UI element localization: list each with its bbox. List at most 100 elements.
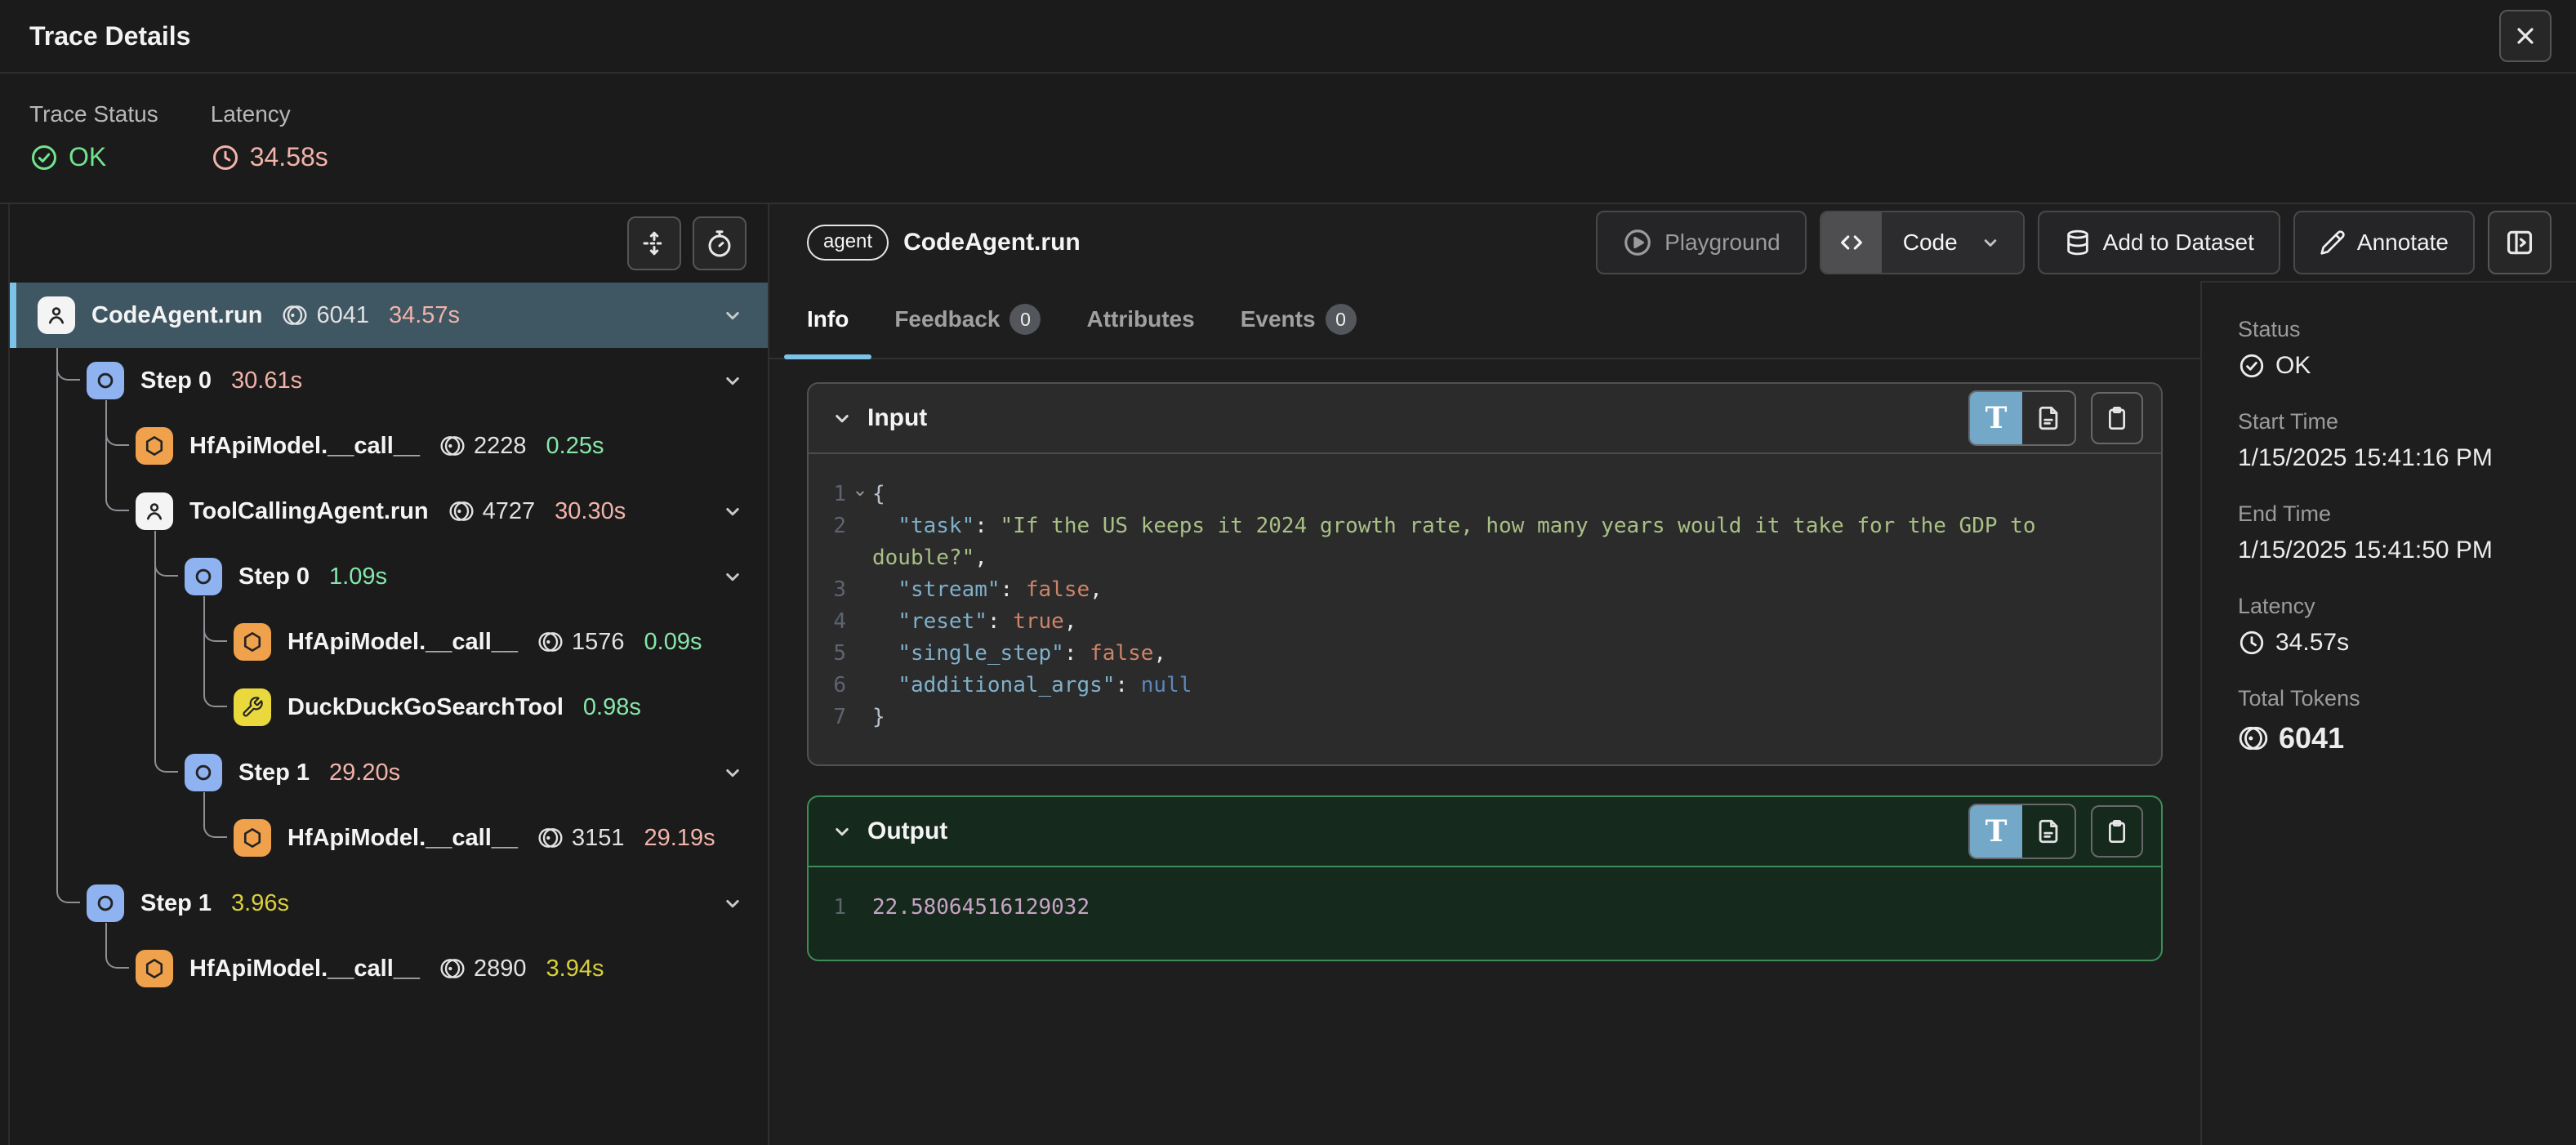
line-number: 1 (809, 479, 872, 510)
tree-row[interactable]: Step 1 3.96s (10, 871, 768, 936)
span-latency: 3.96s (231, 890, 289, 917)
start-time-group: Start Time 1/15/2025 15:41:16 PM (2238, 409, 2560, 472)
tree-row[interactable]: DuckDuckGoSearchTool0.98s (10, 675, 768, 740)
clock-icon (2238, 629, 2266, 657)
input-json-mode-button[interactable] (2022, 392, 2075, 444)
line-number: 5 (809, 638, 872, 670)
tree-row[interactable]: Step 01.09s (10, 544, 768, 609)
code-text: } (872, 702, 2161, 733)
step-span-icon (87, 362, 124, 399)
span-name: Step 1 (140, 890, 212, 917)
row-expand-chevron[interactable] (720, 303, 745, 327)
code-line: 6 "additional_args": null (809, 670, 2161, 702)
trace-latency-label: Latency (211, 101, 328, 127)
code-dropdown[interactable]: Code (1882, 212, 2023, 273)
collapse-output-chevron[interactable] (830, 819, 854, 844)
titlebar: Trace Details (0, 0, 2576, 74)
input-copy-button[interactable] (2091, 392, 2143, 444)
output-text-mode-button[interactable]: T (1970, 805, 2022, 858)
code-split-button[interactable]: Code (1820, 211, 2025, 274)
file-icon (2035, 404, 2062, 432)
span-latency: 34.57s (389, 302, 460, 329)
tab-events[interactable]: Events 0 (1218, 281, 1379, 358)
span-latency: 0.09s (644, 629, 702, 656)
trace-latency-value: 34.58s (211, 142, 328, 172)
line-number: 7 (809, 702, 872, 733)
playground-button[interactable]: Playground (1596, 211, 1807, 274)
add-to-dataset-button[interactable]: Add to Dataset (2038, 211, 2280, 274)
span-tree-panel: CodeAgent.run604134.57sStep 030.61sHfApi… (0, 204, 769, 1145)
span-details-sidebar: Status OK Start Time 1/15/2025 15:41:16 … (2200, 281, 2576, 1145)
tab-attributes[interactable]: Attributes (1063, 281, 1217, 358)
row-expand-chevron[interactable] (720, 499, 745, 523)
span-latency: 30.30s (555, 498, 626, 525)
database-icon (2064, 229, 2092, 256)
panel-toggle-button[interactable] (2488, 211, 2551, 274)
input-text-mode-button[interactable]: T (1970, 392, 2022, 444)
trace-details-modal: Trace Details Trace Status OK Latency (0, 0, 2576, 1145)
input-card: Input T (807, 382, 2163, 766)
output-view-mode-toggle: T (1968, 804, 2076, 859)
span-name: Step 1 (238, 760, 310, 786)
tree-row[interactable]: HfApiModel.__call__28903.94s (10, 936, 768, 1001)
code-line: 122.58064516129032 (809, 892, 2161, 924)
step-span-icon (87, 884, 124, 922)
tab-label: Info (807, 306, 849, 332)
tree-row[interactable]: CodeAgent.run604134.57s (10, 283, 768, 348)
output-code-block: 122.58064516129032 (809, 867, 2161, 960)
tree-row[interactable]: HfApiModel.__call__22280.25s (10, 413, 768, 479)
row-expand-chevron[interactable] (720, 368, 745, 393)
row-expand-chevron[interactable] (720, 760, 745, 785)
tree-row[interactable]: ToolCallingAgent.run472730.30s (10, 479, 768, 544)
output-card: Output T (807, 795, 2163, 961)
code-brackets-icon[interactable] (1821, 212, 1882, 273)
page-title: Trace Details (29, 21, 190, 51)
tree-row[interactable]: HfApiModel.__call__15760.09s (10, 609, 768, 675)
tokens-icon (282, 302, 308, 328)
code-text: "stream": false, (872, 574, 2161, 606)
row-expand-chevron[interactable] (720, 564, 745, 589)
step-span-icon (185, 558, 222, 595)
tab-info[interactable]: Info (784, 281, 871, 358)
span-name: HfApiModel.__call__ (287, 825, 518, 852)
tree-row[interactable]: Step 030.61s (10, 348, 768, 413)
tab-label: Attributes (1086, 306, 1194, 332)
latency-label: Latency (2238, 594, 2560, 619)
span-name: DuckDuckGoSearchTool (287, 694, 564, 721)
tab-feedback[interactable]: Feedback0 (871, 281, 1063, 358)
output-copy-button[interactable] (2091, 805, 2143, 858)
annotate-button[interactable]: Annotate (2293, 211, 2475, 274)
collapse-input-chevron[interactable] (830, 406, 854, 430)
span-name: Step 0 (140, 368, 212, 394)
status-label: Status (2238, 317, 2560, 342)
trace-status-stat: Trace Status OK (29, 101, 158, 203)
span-latency: 29.20s (329, 760, 400, 786)
start-time-value: 1/15/2025 15:41:16 PM (2238, 444, 2560, 472)
fold-chevron-icon[interactable] (853, 486, 867, 501)
output-json-mode-button[interactable] (2022, 805, 2075, 858)
token-count: 1576 (537, 629, 625, 656)
clipboard-icon (2104, 818, 2130, 844)
tree-row[interactable]: HfApiModel.__call__315129.19s (10, 805, 768, 871)
line-number: 6 (809, 670, 872, 702)
play-circle-icon (1622, 227, 1653, 258)
tab-count-badge: 0 (1326, 304, 1357, 335)
tool-span-icon (234, 688, 271, 726)
row-expand-chevron[interactable] (720, 891, 745, 916)
model-span-icon (234, 819, 271, 857)
status-group: Status OK (2238, 317, 2560, 380)
trace-status-label: Trace Status (29, 101, 158, 127)
code-line: 2 "task": "If the US keeps it 2024 growt… (809, 510, 2161, 574)
close-button[interactable] (2499, 10, 2551, 62)
span-name: Step 0 (238, 564, 310, 590)
timing-toggle-button[interactable] (693, 216, 747, 270)
tab-label: Events (1241, 306, 1316, 332)
tree-toolbar (0, 204, 768, 283)
tree-row[interactable]: Step 1 29.20s (10, 740, 768, 805)
tokens-icon (448, 498, 475, 524)
span-header: agent CodeAgent.run Playground (769, 204, 2576, 281)
expand-collapse-rows-button[interactable] (627, 216, 681, 270)
trace-latency-stat: Latency 34.58s (211, 101, 328, 203)
span-name: CodeAgent.run (91, 302, 262, 329)
model-span-icon (234, 623, 271, 661)
